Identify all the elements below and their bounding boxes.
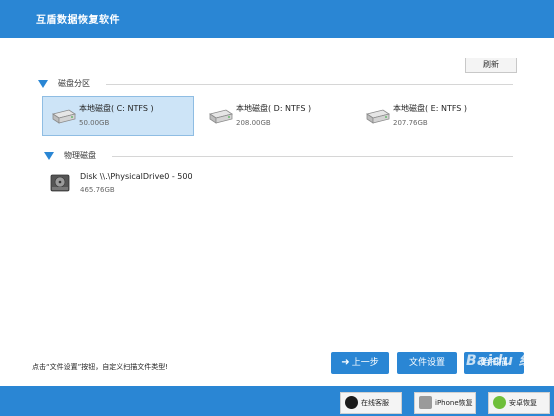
disk-name: Disk \\.\PhysicalDrive0 - 500	[80, 172, 193, 181]
iphone-recovery-button[interactable]: iPhone恢复	[414, 392, 476, 414]
drive-item-e[interactable]: 本地磁盘( E: NTFS ) 207.76GB	[357, 97, 507, 135]
physical-disk-item[interactable]: Disk \\.\PhysicalDrive0 - 500 465.76GB	[46, 170, 266, 198]
prev-button[interactable]: ➜ 上一步	[331, 352, 389, 374]
physical-section-header[interactable]: 物理磁盘	[44, 150, 513, 164]
drive-item-c[interactable]: 本地磁盘( C: NTFS ) 50.00GB	[42, 96, 194, 136]
hint-text: 点击“文件设置”按钮，自定义扫描文件类型!	[32, 363, 169, 371]
drive-size: 207.76GB	[393, 119, 428, 127]
triangle-down-icon[interactable]	[38, 80, 48, 88]
drive-name: 本地磁盘( C: NTFS )	[79, 104, 154, 113]
iphone-recovery-label: iPhone恢复	[435, 399, 473, 407]
refresh-button[interactable]: 刷新	[465, 58, 517, 73]
android-icon	[493, 396, 506, 409]
drive-size: 208.00GB	[236, 119, 271, 127]
drive-size: 50.00GB	[79, 119, 110, 127]
watermark: Baidu 经验	[466, 353, 548, 369]
hard-drive-icon	[52, 109, 76, 124]
app-title: 互盾数据恢复软件	[36, 15, 120, 26]
drive-name: 本地磁盘( E: NTFS )	[393, 104, 468, 113]
file-settings-button[interactable]: 文件设置	[397, 352, 457, 374]
triangle-down-icon[interactable]	[44, 152, 54, 160]
divider	[106, 84, 513, 85]
physical-disk-icon	[50, 174, 70, 192]
physical-section-label: 物理磁盘	[64, 151, 96, 160]
arrow-left-icon: ➜	[341, 357, 350, 368]
drive-name: 本地磁盘( D: NTFS )	[236, 104, 312, 113]
hard-drive-icon	[209, 109, 233, 124]
qq-penguin-icon	[345, 396, 358, 409]
divider	[112, 156, 513, 157]
android-recovery-label: 安卓恢复	[509, 399, 537, 407]
partitions-section-label: 磁盘分区	[58, 79, 90, 88]
online-support-button[interactable]: 在线客服	[340, 392, 402, 414]
partitions-section-header[interactable]: 磁盘分区	[38, 78, 513, 92]
prev-button-label: 上一步	[351, 358, 379, 368]
drive-item-d[interactable]: 本地磁盘( D: NTFS ) 208.00GB	[200, 97, 350, 135]
hard-drive-icon	[366, 109, 390, 124]
online-support-label: 在线客服	[361, 399, 389, 407]
title-bar: 互盾数据恢复软件	[0, 0, 554, 38]
disk-size: 465.76GB	[80, 186, 115, 194]
android-recovery-button[interactable]: 安卓恢复	[488, 392, 550, 414]
iphone-icon	[419, 396, 432, 409]
